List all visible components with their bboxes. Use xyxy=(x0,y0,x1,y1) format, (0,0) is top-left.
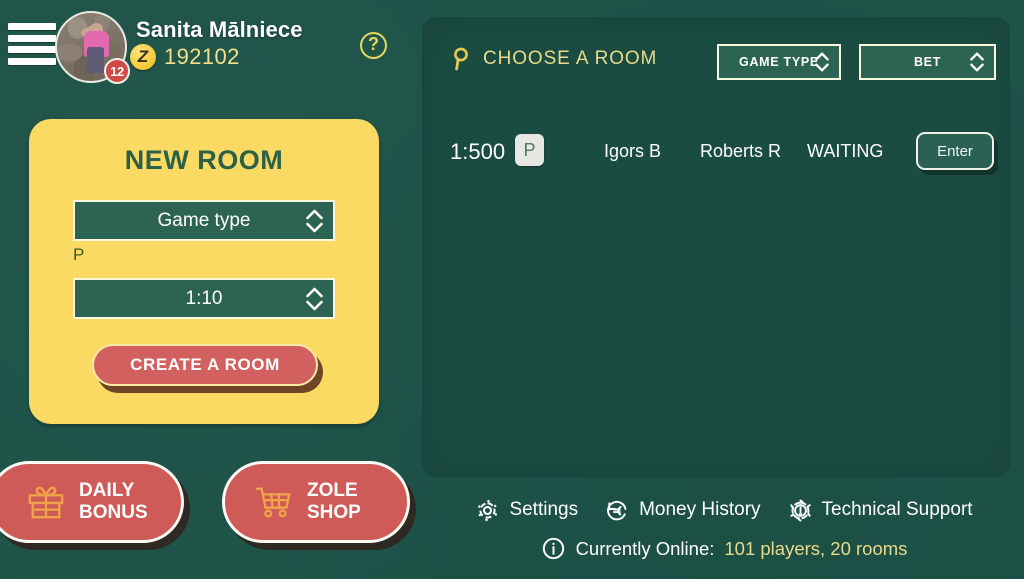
online-label: Currently Online: xyxy=(575,537,715,559)
filter-game-type-label: GAME TYPE xyxy=(739,55,819,69)
gift-icon xyxy=(28,486,64,519)
zole-shop-line1: ZOLE xyxy=(307,480,358,501)
footer-links: Settings Money History Technical Support xyxy=(434,492,1014,528)
level-badge: 12 xyxy=(104,58,130,84)
game-type-hint: P xyxy=(73,245,85,264)
hamburger-menu-icon[interactable] xyxy=(8,21,56,67)
zole-shop-label: ZOLE SHOP xyxy=(307,480,361,524)
balance-row: Z 192102 xyxy=(130,44,240,70)
create-room-button[interactable]: CREATE A ROOM xyxy=(92,344,318,386)
hamburger-bar xyxy=(8,57,56,65)
bet-select[interactable]: 1:10 xyxy=(73,278,335,319)
info-icon xyxy=(542,537,564,560)
chevron-up-down-icon xyxy=(306,287,323,310)
chevron-up-down-icon xyxy=(815,52,829,72)
room-player-1: Igors B xyxy=(604,141,662,161)
balance-amount: 192102 xyxy=(164,44,240,69)
gear-icon xyxy=(478,499,498,521)
money-history-label: Money History xyxy=(639,499,761,520)
euro-refund-icon xyxy=(607,500,627,520)
hamburger-bar xyxy=(8,23,56,30)
chevron-up-down-icon xyxy=(306,209,323,232)
zole-coin-icon: Z xyxy=(130,44,156,70)
support-gear-icon xyxy=(789,499,811,521)
chevron-up-down-icon xyxy=(970,52,984,72)
game-lobby-screen: 12 Sanita Mālniece Z 192102 ? NEW ROOM G… xyxy=(0,0,1024,579)
hamburger-bar xyxy=(8,34,56,42)
rooms-panel: CHOOSE A ROOM GAME TYPE BET 1:500 P Igor… xyxy=(422,17,1010,477)
game-type-select[interactable]: Game type xyxy=(73,200,335,241)
room-bet: 1:500 xyxy=(450,139,506,164)
filter-bet-label: BET xyxy=(913,55,942,69)
technical-support-label: Technical Support xyxy=(821,499,973,520)
enter-room-button[interactable]: Enter xyxy=(916,132,994,170)
hamburger-bar xyxy=(8,46,56,54)
shopping-cart-icon xyxy=(255,487,291,518)
daily-bonus-line1: DAILY xyxy=(79,480,135,501)
online-status: Currently Online: 101 players, 20 rooms xyxy=(434,536,1014,561)
money-history-link[interactable]: Money History xyxy=(605,498,761,523)
daily-bonus-line2: BONUS xyxy=(79,502,148,523)
technical-support-link[interactable]: Technical Support xyxy=(788,498,973,523)
daily-bonus-button[interactable]: DAILY BONUS xyxy=(0,461,184,543)
zole-shop-line2: SHOP xyxy=(307,502,361,523)
help-question-icon[interactable]: ? xyxy=(360,32,387,59)
daily-bonus-label: DAILY BONUS xyxy=(79,480,148,524)
online-value: 101 players, 20 rooms xyxy=(724,537,908,559)
choose-room-heading: CHOOSE A ROOM xyxy=(450,47,657,71)
bet-value: 1:10 xyxy=(185,287,223,309)
username-label: Sanita Mālniece xyxy=(136,17,303,42)
settings-link[interactable]: Settings xyxy=(475,498,578,523)
user-header: 12 Sanita Mālniece Z 192102 ? xyxy=(0,0,420,92)
choose-room-label: CHOOSE A ROOM xyxy=(483,48,658,69)
game-type-value: Game type xyxy=(157,209,251,231)
status-badge: WAITING xyxy=(807,141,884,161)
room-player-2: Roberts R xyxy=(700,141,782,161)
new-room-title: NEW ROOM xyxy=(124,145,284,175)
filter-bet-button[interactable]: BET xyxy=(859,44,996,80)
filter-game-type-button[interactable]: GAME TYPE xyxy=(717,44,841,80)
new-room-card: NEW ROOM Game type P 1:10 CREATE A ROOM xyxy=(29,119,379,424)
zole-shop-button[interactable]: ZOLE SHOP xyxy=(222,461,410,543)
room-type-chip: P xyxy=(515,134,544,166)
avatar-detail xyxy=(86,47,104,73)
magnifier-icon xyxy=(454,47,468,71)
table-row[interactable]: 1:500 P Igors B Roberts R WAITING Enter xyxy=(422,122,1010,184)
avatar[interactable]: 12 xyxy=(55,11,130,84)
settings-label: Settings xyxy=(509,499,579,520)
